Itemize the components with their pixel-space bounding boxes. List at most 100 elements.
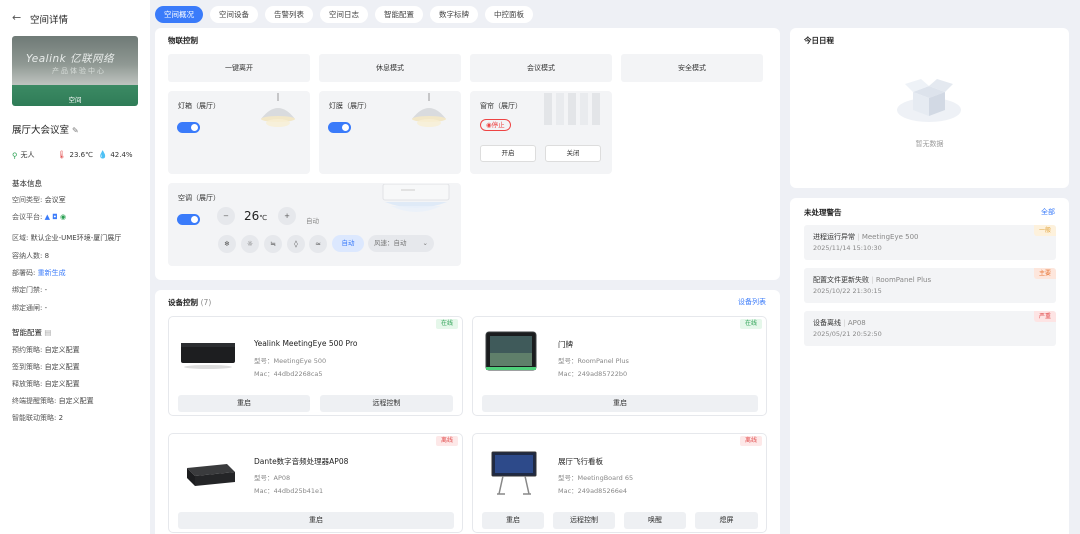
- smart-config-title: 智能配置 ▤: [12, 327, 51, 338]
- wind-icon[interactable]: ≈: [309, 235, 327, 253]
- status-badge: 离线: [435, 436, 458, 446]
- info-gate: 绑定通闸: -: [12, 303, 47, 313]
- device-card: 在线 Yealink MeetingEye 500 Pro 型号：Meeting…: [168, 316, 463, 416]
- iot-control-card: 物联控制 一键离开 休息模式 会议模式 安全模式 灯箱（展厅） 灯膜（展厅） 窗…: [155, 28, 780, 280]
- restart-button[interactable]: 重启: [482, 512, 544, 529]
- platform-yealink-icon: ▲: [44, 213, 50, 221]
- drop-icon: 💧: [98, 150, 108, 159]
- fan-speed-select[interactable]: 风速：自动 ⌄: [368, 235, 434, 252]
- lamp-icon: [261, 93, 295, 127]
- curtain-close-button[interactable]: 关闭: [545, 145, 601, 162]
- alert-level-badge: 严重: [1033, 311, 1056, 322]
- schedule-card: 今日日程 暂无数据: [790, 28, 1069, 188]
- occupancy-value: 无人: [20, 151, 35, 159]
- config-checkin: 签到策略: 自定义配置: [12, 362, 80, 372]
- curtain-stop-badge[interactable]: ◉停止: [480, 119, 511, 131]
- snowflake-icon[interactable]: ❄: [218, 235, 236, 253]
- edit-icon[interactable]: ✎: [72, 126, 79, 135]
- wake-button[interactable]: 唤醒: [624, 512, 686, 529]
- drop-icon[interactable]: ◊: [287, 235, 305, 253]
- smart-config-title-text: 智能配置: [12, 328, 42, 337]
- lamp-strip-toggle[interactable]: [328, 122, 351, 133]
- platform-teams-icon: ◘: [52, 213, 58, 221]
- remote-control-button[interactable]: 远程控制: [320, 395, 453, 412]
- humidity-value: 42.4%: [110, 150, 133, 159]
- info-value: 默认企业-UME环境-厦门展厅: [30, 234, 122, 242]
- device-model: 型号：RoomPanel Plus: [558, 357, 629, 365]
- door-panel-device-image: [485, 331, 537, 371]
- lamp-strip-device: 灯膜（展厅）: [319, 91, 461, 174]
- alert-item[interactable]: 一般 进程运行异常 | MeetingEye 500 2025/11/14 15…: [804, 225, 1056, 260]
- preset-rest-button[interactable]: 休息模式: [319, 54, 461, 82]
- ac-toggle[interactable]: [177, 214, 200, 225]
- alert-time: 2025/11/14 15:10:30: [813, 244, 882, 252]
- tab-overview[interactable]: 空间概况: [155, 6, 203, 23]
- preset-meeting-button[interactable]: 会议模式: [470, 54, 612, 82]
- mode-auto-button[interactable]: 自动: [332, 235, 364, 252]
- devices-title: 设备控制 (7): [168, 297, 211, 308]
- preset-security-button[interactable]: 安全模式: [621, 54, 763, 82]
- lamp-box-device: 灯箱（展厅）: [168, 91, 310, 174]
- schedule-empty-text: 暂无数据: [915, 140, 944, 148]
- schedule-title: 今日日程: [804, 36, 834, 45]
- tab-smart-config[interactable]: 智能配置: [375, 6, 423, 23]
- info-space-type: 空间类型: 会议室: [12, 195, 66, 205]
- ac-temp-value: 26: [244, 209, 260, 223]
- device-name: Dante数字音频处理器AP08: [254, 457, 349, 466]
- thermometer-icon: 🌡: [57, 150, 67, 159]
- occupancy-stat: ⚲ 无人: [12, 150, 35, 160]
- config-value: 自定义配置: [44, 346, 80, 354]
- dehumidify-icon[interactable]: ≒: [264, 235, 282, 253]
- photo-tag: 空间: [68, 96, 82, 104]
- alert-time: 2025/10/22 21:30:15: [813, 287, 882, 295]
- devices-title-text: 设备控制: [168, 298, 198, 307]
- info-region: 区域: 默认企业-UME环境-厦门展厅: [12, 233, 121, 243]
- tab-control-panel[interactable]: 中控面板: [485, 6, 533, 23]
- device-model: 型号：MeetingEye 500: [254, 357, 327, 365]
- iot-title: 物联控制: [168, 36, 198, 45]
- person-icon: ⚲: [12, 150, 18, 160]
- tab-alarms[interactable]: 告警列表: [265, 6, 313, 23]
- config-label: 释放策略:: [12, 380, 43, 388]
- empty-box-icon: [897, 79, 961, 122]
- restart-button[interactable]: 重启: [482, 395, 758, 412]
- curtain-device: 窗帘（展厅） ◉停止 开启 关闭: [470, 91, 612, 174]
- copy-icon[interactable]: ▤: [44, 328, 51, 337]
- preset-leave-button[interactable]: 一键离开: [168, 54, 310, 82]
- alert-item[interactable]: 主要 配置文件更新失败 | RoomPanel Plus 2025/10/22 …: [804, 268, 1056, 303]
- regenerate-link[interactable]: 重新生成: [38, 269, 66, 277]
- alert-title: 进程运行异常 | MeetingEye 500: [813, 233, 919, 241]
- info-value: 会议室: [44, 196, 66, 204]
- temp-plus-button[interactable]: +: [278, 207, 296, 225]
- remote-control-button[interactable]: 远程控制: [553, 512, 615, 529]
- sun-icon[interactable]: ☼: [241, 235, 259, 253]
- screen-off-button[interactable]: 熄屏: [695, 512, 758, 529]
- alert-item[interactable]: 严重 设备离线 | AP08 2025/05/21 20:52:50: [804, 311, 1056, 346]
- audio-processor-device-image: [187, 464, 235, 486]
- ac-temp-unit: ℃: [259, 214, 268, 222]
- config-value: 自定义配置: [44, 363, 80, 371]
- info-label: 绑定通闸:: [12, 304, 43, 312]
- arrow-left-icon[interactable]: ←: [12, 11, 21, 24]
- room-photo: Yealink 亿联网络 产品体验中心 空间: [12, 36, 138, 106]
- tab-signage[interactable]: 数字标牌: [430, 6, 478, 23]
- restart-button[interactable]: 重启: [178, 395, 310, 412]
- lamp-box-toggle[interactable]: [177, 122, 200, 133]
- basic-info-title: 基本信息: [12, 179, 42, 188]
- config-label: 终端提醒策略:: [12, 397, 57, 405]
- device-name: Yealink MeetingEye 500 Pro: [254, 339, 358, 348]
- device-mac: Mac：44dbd25b41e1: [254, 487, 324, 495]
- temp-minus-button[interactable]: −: [217, 207, 235, 225]
- curtain-open-button[interactable]: 开启: [480, 145, 536, 162]
- tab-devices[interactable]: 空间设备: [210, 6, 258, 23]
- tab-logs[interactable]: 空间日志: [320, 6, 368, 23]
- info-platform: 会议平台: ▲ ◘ ◉: [12, 212, 66, 222]
- restart-button[interactable]: 重启: [178, 512, 454, 529]
- device-list-link[interactable]: 设备列表: [738, 297, 766, 307]
- room-name-text: 展厅大会议室: [12, 125, 70, 136]
- alerts-all-link[interactable]: 全部: [1041, 207, 1055, 217]
- alert-title-text: 配置文件更新失败: [813, 276, 869, 284]
- info-value: -: [44, 286, 48, 294]
- info-capacity: 容纳人数: 8: [12, 251, 49, 261]
- status-badge: 离线: [739, 436, 762, 446]
